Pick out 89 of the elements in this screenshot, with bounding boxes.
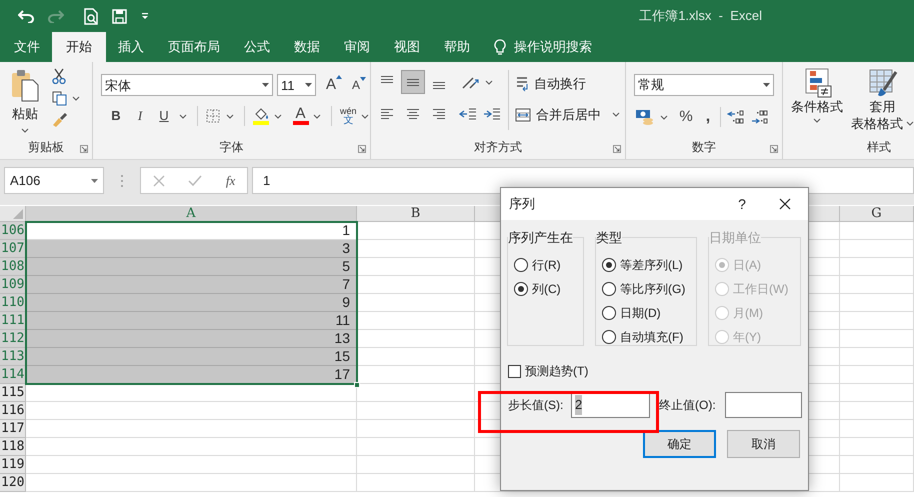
ribbon-tab[interactable]: 数据 xyxy=(282,32,332,62)
dialog-button[interactable]: 确定 xyxy=(643,430,716,458)
group-label: 对齐方式 xyxy=(474,139,522,156)
column-header[interactable]: A xyxy=(26,206,357,222)
row-header[interactable]: 115 xyxy=(0,384,26,402)
ribbon-tab[interactable]: 帮助 xyxy=(432,32,482,62)
font-name-field[interactable]: 宋体 xyxy=(101,74,273,96)
ribbon-tab[interactable]: 审阅 xyxy=(332,32,382,62)
font-color-button[interactable]: A xyxy=(292,107,309,125)
name-box-value: A106 xyxy=(10,172,40,190)
italic-button[interactable]: I xyxy=(127,106,153,126)
window-title: 工作簿1.xlsx - Excel xyxy=(639,7,762,26)
underline-button[interactable]: U xyxy=(153,106,175,126)
ribbon-tab[interactable]: 页面布局 xyxy=(156,32,232,62)
table-cell: 13 xyxy=(26,330,357,348)
bold-button[interactable]: B xyxy=(105,106,127,126)
table-cell: 1 xyxy=(26,222,357,240)
row-header[interactable]: 116 xyxy=(0,402,26,420)
option-label: 等差序列(L) xyxy=(620,256,683,274)
wrap-text-button[interactable]: 自动换行 xyxy=(515,74,586,94)
ribbon-tab[interactable]: 插入 xyxy=(106,32,156,62)
field-label: 终止值(O): xyxy=(659,397,717,414)
group-label: 字体 xyxy=(220,139,244,156)
table-cell: 7 xyxy=(26,276,357,294)
merge-center-button[interactable]: 合并后居中 xyxy=(515,105,620,124)
dialog-button[interactable]: 取消 xyxy=(727,430,800,458)
option-label: 等比序列(G) xyxy=(620,280,686,298)
ribbon-tab[interactable]: 公式 xyxy=(232,32,282,62)
tell-me-search[interactable]: 操作说明搜索 xyxy=(514,37,592,57)
conditional-formatting-button[interactable]: 条件格式 xyxy=(791,68,843,135)
dialog-title: 序列 xyxy=(509,195,536,214)
row-header[interactable]: 113 xyxy=(0,348,26,366)
column-header[interactable]: B xyxy=(357,206,475,222)
row-header[interactable]: 107 xyxy=(0,240,26,258)
row-header[interactable]: 109 xyxy=(0,276,26,294)
phonetic-guide-button[interactable]: wén 文 xyxy=(340,106,357,126)
table-cell: 3 xyxy=(26,240,357,258)
group-label: 剪贴板 xyxy=(28,139,64,156)
group-legend: 类型 xyxy=(596,228,622,248)
row-header[interactable]: 106 xyxy=(0,222,26,240)
table-cell: 17 xyxy=(26,366,357,384)
group-legend: 日期单位 xyxy=(709,228,761,248)
formula-value: 1 xyxy=(263,172,270,190)
row-header[interactable]: 114 xyxy=(0,366,26,384)
percent-button[interactable]: % xyxy=(678,106,694,128)
insert-function-button[interactable]: fx xyxy=(226,170,236,190)
field-label: 步长值(S): xyxy=(508,397,564,414)
row-header[interactable]: 120 xyxy=(0,474,26,492)
font-size-value: 11 xyxy=(281,76,294,94)
help-button[interactable]: ? xyxy=(722,194,762,214)
option-label: 行(R) xyxy=(532,256,561,274)
option-label: 月(M) xyxy=(733,304,763,322)
row-header[interactable]: 110 xyxy=(0,294,26,312)
row-header[interactable]: 117 xyxy=(0,420,26,438)
group-legend: 序列产生在 xyxy=(508,228,573,248)
font-name-value: 宋体 xyxy=(105,76,131,94)
row-header[interactable]: 111 xyxy=(0,312,26,330)
ribbon-tab[interactable]: 开始 xyxy=(52,32,106,62)
format-as-table-button[interactable]: 套用 表格格式 xyxy=(851,68,914,135)
option-label: 年(Y) xyxy=(733,328,761,346)
shrink-font-button[interactable]: A xyxy=(352,76,366,94)
row-header[interactable]: 119 xyxy=(0,456,26,474)
option-label: 日(A) xyxy=(733,256,761,274)
paste-button[interactable]: 粘贴 xyxy=(12,104,38,124)
checkbox-label: 预测趋势(T) xyxy=(525,363,588,380)
step-input[interactable]: 2 xyxy=(571,392,650,418)
grow-font-button[interactable]: A xyxy=(326,74,342,96)
ribbon-tab[interactable]: 文件 xyxy=(2,32,52,62)
column-header[interactable]: G xyxy=(840,206,914,222)
font-size-field[interactable]: 11 xyxy=(277,74,316,96)
name-box[interactable]: A106 xyxy=(4,167,104,194)
number-format-field[interactable]: 常规 xyxy=(634,74,774,96)
table-cell: 5 xyxy=(26,258,357,276)
row-header[interactable]: 118 xyxy=(0,438,26,456)
table-cell: 9 xyxy=(26,294,357,312)
row-header[interactable]: 112 xyxy=(0,330,26,348)
ribbon-tab[interactable]: 视图 xyxy=(382,32,432,62)
group-label: 样式 xyxy=(867,139,891,156)
group-label: 数字 xyxy=(692,139,716,156)
option-label: 日期(D) xyxy=(620,304,661,322)
row-header[interactable]: 108 xyxy=(0,258,26,276)
table-cell: 15 xyxy=(26,348,357,366)
field-value: 2 xyxy=(575,395,582,415)
option-label: 工作日(W) xyxy=(733,280,788,298)
comma-button[interactable]: , xyxy=(702,112,714,122)
table-cell: 11 xyxy=(26,312,357,330)
option-label: 自动填充(F) xyxy=(620,328,684,346)
option-label: 列(C) xyxy=(532,280,561,298)
number-format-value: 常规 xyxy=(638,76,664,94)
